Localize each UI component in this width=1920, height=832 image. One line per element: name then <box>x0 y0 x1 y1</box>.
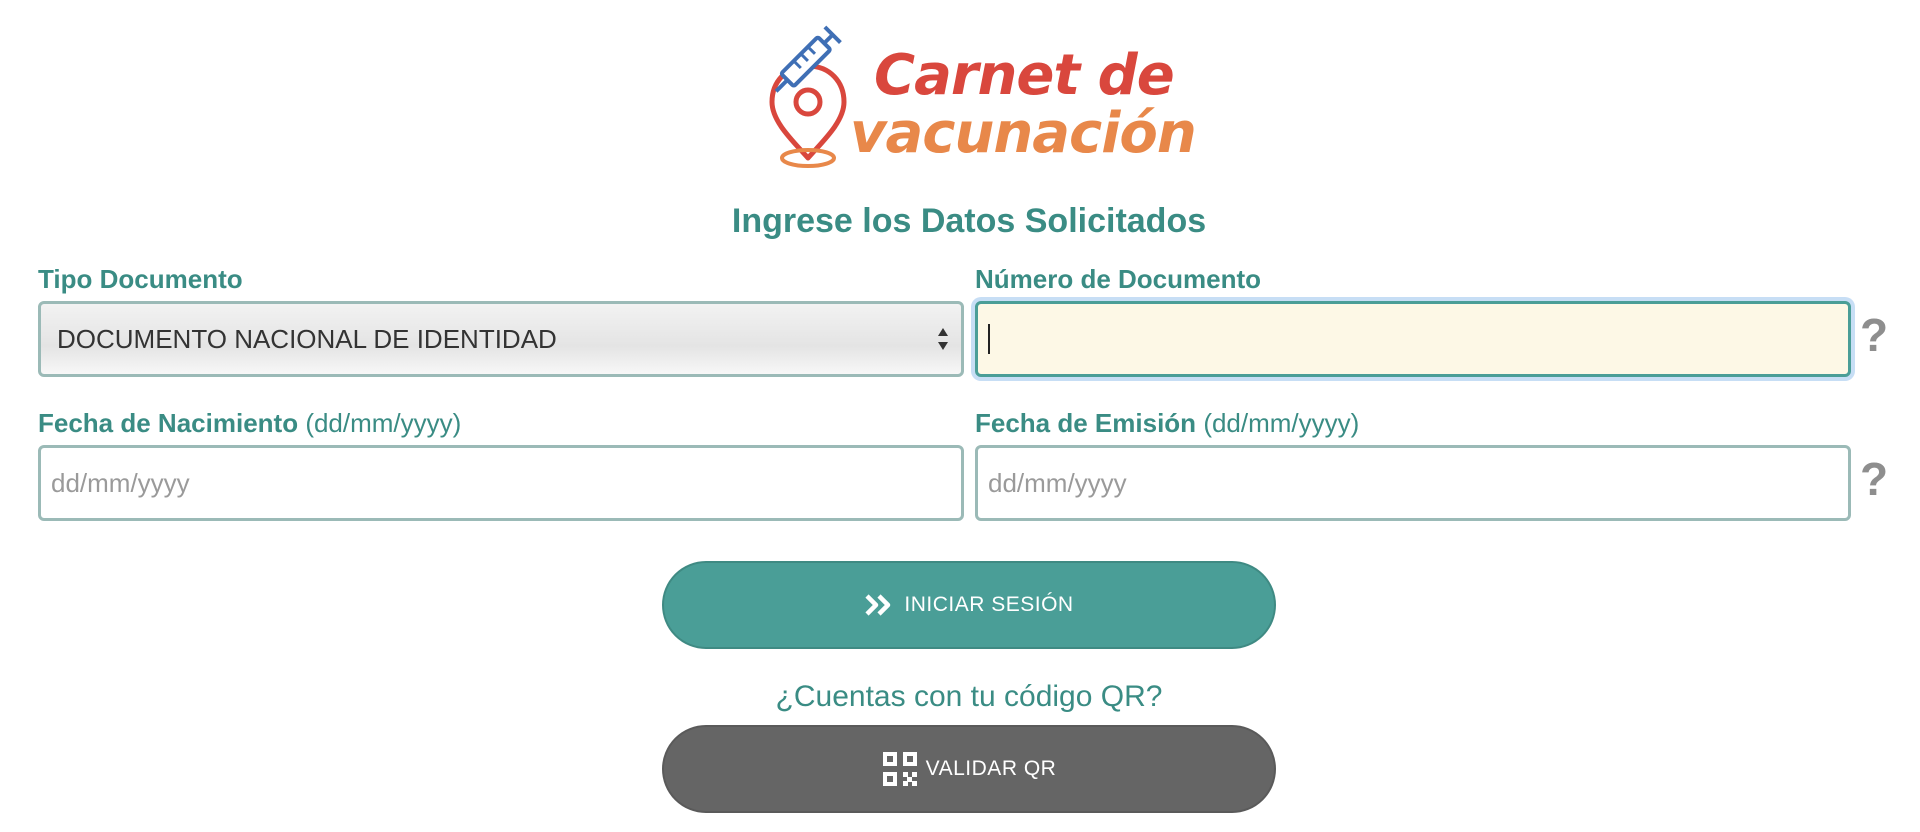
fecha-nacimiento-format-hint: (dd/mm/yyyy) <box>305 408 462 438</box>
fecha-emision-label: Fecha de Emisión (dd/mm/yyyy) <box>975 408 1359 439</box>
carnet-vacunacion-logo: Carnet de vacunación <box>748 18 1198 168</box>
validar-qr-button[interactable]: VALIDAR QR <box>662 725 1276 813</box>
login-page: Carnet de vacunación Ingrese los Datos S… <box>0 0 1920 832</box>
logo-text-line2: vacunación <box>850 101 1197 166</box>
fecha-emision-placeholder: dd/mm/yyyy <box>988 467 1127 498</box>
iniciar-sesion-button[interactable]: INICIAR SESIÓN <box>662 561 1276 649</box>
numero-documento-input[interactable] <box>975 301 1851 377</box>
qr-code-icon <box>882 751 918 787</box>
fecha-nacimiento-label-text: Fecha de Nacimiento <box>38 408 299 438</box>
fecha-nacimiento-input[interactable]: dd/mm/yyyy <box>38 445 964 521</box>
fecha-emision-label-text: Fecha de Emisión <box>975 408 1197 438</box>
text-caret <box>988 324 990 354</box>
select-arrows-icon <box>938 328 948 350</box>
iniciar-sesion-label: INICIAR SESIÓN <box>904 593 1074 616</box>
numero-documento-label: Número de Documento <box>975 264 1262 294</box>
fecha-nacimiento-label: Fecha de Nacimiento (dd/mm/yyyy) <box>38 408 461 439</box>
fecha-emision-input[interactable]: dd/mm/yyyy <box>975 445 1851 521</box>
logo-text-line1: Carnet de <box>874 43 1175 108</box>
validar-qr-label: VALIDAR QR <box>925 757 1057 780</box>
fecha-emision-help-icon[interactable]: ? <box>1860 456 1888 502</box>
form-title: Ingrese los Datos Solicitados <box>731 202 1207 240</box>
tipo-documento-select[interactable]: DOCUMENTO NACIONAL DE IDENTIDAD <box>38 301 964 377</box>
double-chevron-right-icon <box>864 593 896 617</box>
tipo-documento-value: DOCUMENTO NACIONAL DE IDENTIDAD <box>57 323 557 354</box>
fecha-emision-format-hint: (dd/mm/yyyy) <box>1203 408 1360 438</box>
fecha-nacimiento-placeholder: dd/mm/yyyy <box>51 467 190 498</box>
tipo-documento-label: Tipo Documento <box>38 264 243 294</box>
numero-documento-help-icon[interactable]: ? <box>1860 312 1888 358</box>
qr-question-text: ¿Cuentas con tu código QR? <box>775 680 1163 713</box>
